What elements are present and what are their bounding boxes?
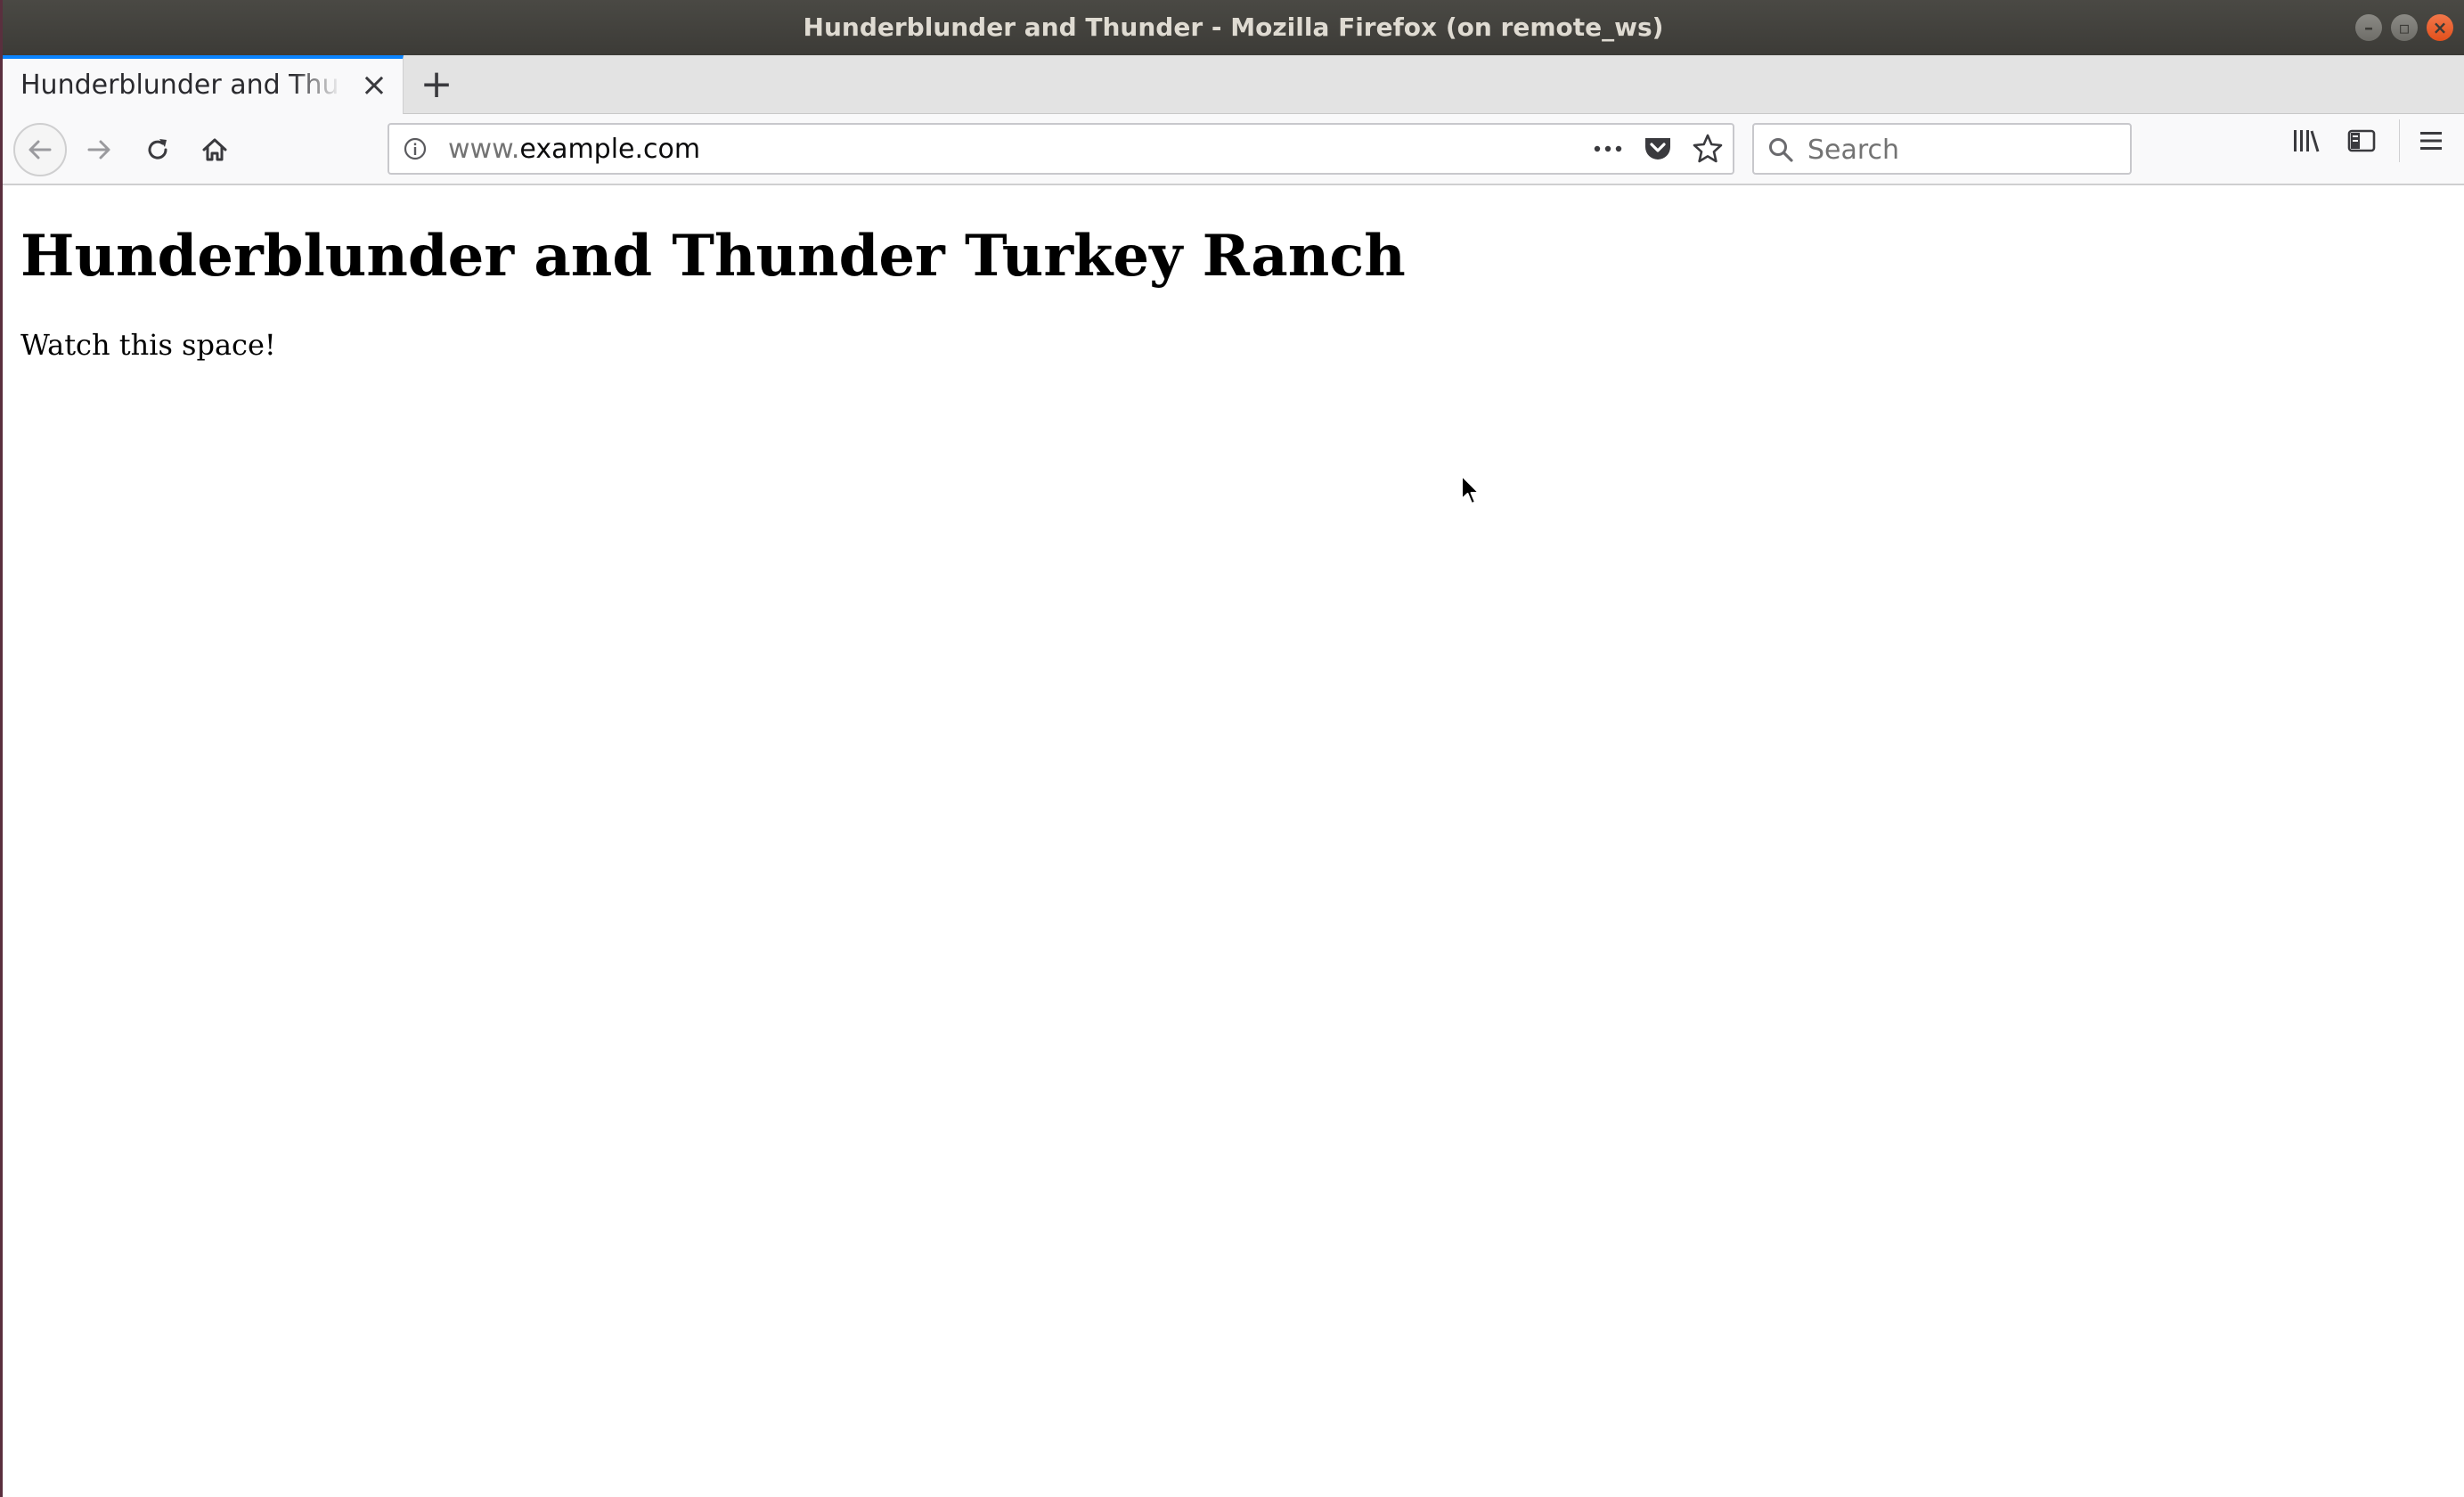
menu-button[interactable] [2404,114,2458,168]
page-heading: Hunderblunder and Thunder Turkey Ranch [20,223,1406,290]
window-controls: – ▫ × [2355,14,2453,41]
minimize-button[interactable]: – [2355,14,2382,41]
library-button[interactable] [2280,114,2333,168]
reload-button[interactable] [131,123,184,176]
browser-window: Hunderblunder and Thunder - Mozilla Fire… [0,0,2464,1497]
window-title: Hunderblunder and Thunder - Mozilla Fire… [803,12,1664,42]
tab-active[interactable]: Hunderblunder and Thunder × [3,55,404,114]
maximize-button[interactable]: ▫ [2391,14,2418,41]
tab-label: Hunderblunder and Thunder [20,70,341,101]
new-tab-button[interactable]: + [414,59,459,110]
forward-button[interactable] [72,123,126,176]
forward-arrow-icon [87,140,110,160]
close-icon: × [2432,17,2448,38]
navigation-toolbar: www.example.com [3,114,2464,185]
url-host: example.com [519,134,701,165]
mouse-cursor-icon [1461,475,1480,504]
back-arrow-icon [29,140,52,160]
minimize-icon: – [2364,17,2373,38]
url-text[interactable]: www.example.com [448,134,700,165]
toolbar-separator [2399,119,2400,162]
star-icon [1693,134,1723,163]
sidebar-button[interactable] [2335,114,2388,168]
library-icon [2294,130,2320,152]
back-button[interactable] [13,123,67,176]
page-actions-button[interactable] [1592,132,1624,166]
search-bar[interactable] [1752,123,2132,175]
address-bar[interactable]: www.example.com [388,123,1734,175]
title-bar: Hunderblunder and Thunder - Mozilla Fire… [3,0,2464,55]
page-content: Hunderblunder and Thunder Turkey Ranch W… [5,185,2464,1497]
page-paragraph: Watch this space! [20,328,276,362]
pocket-icon [1645,138,1670,160]
hamburger-menu-icon [2420,132,2442,150]
page-actions [1592,132,1724,166]
search-icon [1769,138,1793,162]
tab-strip: Hunderblunder and Thunder × + [3,55,2464,114]
more-icon [1594,145,1622,152]
sidebar-icon [2347,129,2376,152]
tab-close-icon[interactable]: × [358,68,390,103]
url-prefix: www. [448,134,520,165]
info-icon[interactable] [402,135,428,162]
close-window-button[interactable]: × [2427,14,2453,41]
plus-icon: + [420,61,453,107]
home-button[interactable] [188,123,241,176]
bookmark-button[interactable] [1692,132,1724,166]
search-input[interactable] [1806,130,2121,169]
maximize-icon: ▫ [2398,17,2411,38]
home-icon [202,138,227,161]
reload-icon [148,139,167,160]
pocket-button[interactable] [1642,132,1674,166]
